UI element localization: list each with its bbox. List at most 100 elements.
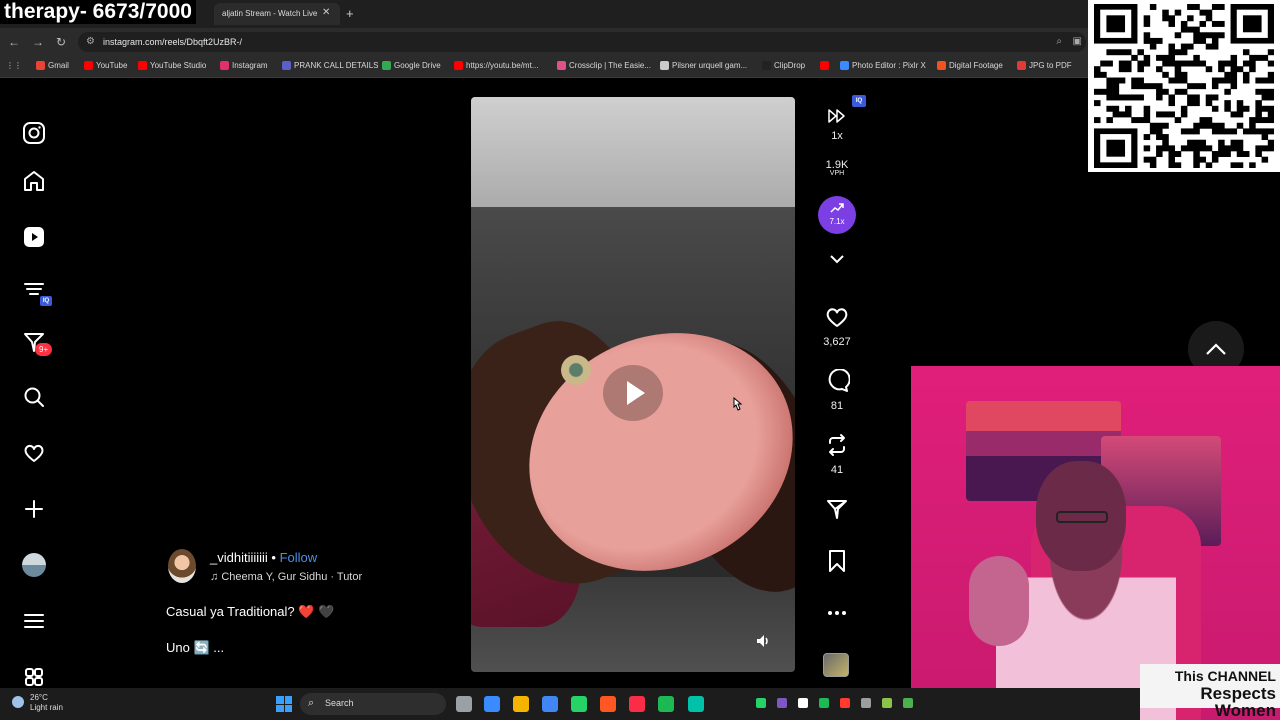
bookmark-favicon-icon	[762, 61, 771, 70]
bookmark-item[interactable]: PRANK CALL DETAILS	[282, 61, 378, 70]
qr-module	[1187, 94, 1194, 101]
taskbar-app-icon[interactable]	[658, 696, 674, 712]
bookmark-item[interactable]: Photo Editor : Pixlr X	[840, 61, 926, 70]
share-button[interactable]	[808, 497, 866, 526]
taskbar-app-icon[interactable]	[629, 696, 645, 712]
search-icon[interactable]	[20, 383, 48, 411]
heart-icon	[826, 308, 848, 327]
system-tray-icon[interactable]	[861, 698, 871, 708]
bookmark-favicon-icon	[382, 61, 391, 70]
qr-module	[1106, 15, 1126, 33]
qr-module	[1168, 162, 1175, 169]
post-audio[interactable]: ♫ Cheema Y, Gur Sidhu · Tutor	[210, 571, 362, 583]
apps-grid-icon[interactable]: ⋮⋮	[6, 61, 22, 70]
back-icon[interactable]: ←	[8, 35, 20, 49]
save-button[interactable]	[808, 549, 866, 578]
system-tray-icon[interactable]	[819, 698, 829, 708]
comment-button[interactable]: 81	[808, 368, 866, 412]
taskbar-app-icon[interactable]	[513, 696, 529, 712]
qr-module	[1156, 145, 1163, 152]
home-icon[interactable]	[20, 167, 48, 195]
close-tab-icon[interactable]: ✕	[322, 7, 330, 18]
qr-module	[1156, 111, 1163, 118]
qr-module	[1174, 71, 1182, 78]
more-options-icon[interactable]	[808, 603, 866, 621]
bookmark-item[interactable]: https://youtu.be/mt...	[454, 61, 538, 70]
taskbar-app-icon[interactable]	[571, 696, 587, 712]
zoom-icon[interactable]: ⌕	[1056, 36, 1062, 47]
taskbar-app-icon[interactable]	[542, 696, 558, 712]
taskbar-app-icon[interactable]	[600, 696, 616, 712]
trend-multiplier-button[interactable]: 7.1x	[818, 196, 856, 234]
system-tray-icon[interactable]	[756, 698, 766, 708]
trending-up-icon	[830, 203, 844, 213]
post-caption-more[interactable]: Uno 🔄 ...	[166, 640, 224, 656]
repost-button[interactable]: 41	[808, 433, 866, 476]
qr-module	[1174, 88, 1182, 95]
qr-module	[1193, 139, 1200, 146]
system-tray-icon[interactable]	[882, 698, 892, 708]
qr-module	[1267, 94, 1275, 101]
audio-thumbnail[interactable]	[823, 653, 849, 677]
extension-icon[interactable]: ▣	[1073, 36, 1082, 47]
iq-extension-badge[interactable]: IQ	[852, 95, 866, 107]
qr-module	[1218, 32, 1225, 39]
play-icon[interactable]	[597, 365, 669, 421]
like-button[interactable]: 3,627	[808, 305, 866, 348]
taskbar-search-label: Search	[325, 698, 354, 708]
playback-speed-button[interactable]: 1x	[808, 109, 866, 142]
bookmark-item[interactable]: ClipDrop	[762, 61, 805, 70]
forward-icon[interactable]: →	[32, 35, 44, 49]
qr-module	[1199, 37, 1207, 44]
follow-button[interactable]: Follow	[280, 550, 318, 565]
more-menu-icon[interactable]	[20, 607, 48, 635]
bookmark-item[interactable]: Instagram	[220, 61, 268, 70]
bookmark-item[interactable]: Digital Footage	[937, 61, 1003, 70]
bookmark-item[interactable]: JPG to PDF	[1017, 61, 1072, 70]
qr-module	[1174, 162, 1182, 169]
qr-module	[1261, 94, 1269, 101]
qr-module	[1193, 145, 1200, 152]
system-tray-icon[interactable]	[840, 698, 850, 708]
qr-module	[1174, 60, 1182, 67]
taskbar-app-icon[interactable]	[484, 696, 500, 712]
qr-module	[1211, 128, 1219, 135]
taskbar-search[interactable]: ⌕ Search	[300, 693, 446, 715]
bookmark-item[interactable]: YouTube	[84, 61, 127, 70]
qr-module	[1205, 117, 1213, 124]
system-tray-icon[interactable]	[903, 698, 913, 708]
new-tab-icon[interactable]: +	[346, 6, 354, 21]
bookmark-item[interactable]: YouTube Studio	[138, 61, 206, 70]
reload-icon[interactable]: ↻	[56, 35, 66, 49]
bookmark-item[interactable]: Google Drive	[382, 61, 441, 70]
instagram-logo-icon[interactable]	[20, 119, 48, 147]
also-from-meta-icon[interactable]	[20, 663, 48, 691]
post-username[interactable]: _vidhitiiiiiii	[210, 550, 268, 565]
expand-chevron-icon[interactable]	[808, 251, 866, 269]
post-author-avatar[interactable]	[168, 549, 196, 583]
reels-icon[interactable]	[20, 223, 48, 251]
qr-module	[1267, 71, 1275, 78]
create-plus-icon[interactable]	[20, 495, 48, 523]
profile-avatar[interactable]	[20, 551, 48, 579]
bookmark-item[interactable]: Gmail	[36, 61, 69, 70]
site-info-icon[interactable]: ⚙	[86, 36, 95, 47]
qr-module	[1211, 151, 1219, 157]
audio-volume-icon[interactable]	[755, 633, 771, 654]
system-tray-icon[interactable]	[798, 698, 808, 708]
notifications-heart-icon[interactable]	[20, 439, 48, 467]
qr-module	[1125, 66, 1132, 73]
system-tray-icon[interactable]	[777, 698, 787, 708]
reel-video[interactable]	[471, 97, 795, 672]
qr-module	[1168, 111, 1175, 118]
taskbar-app-icon[interactable]	[688, 696, 704, 712]
address-bar[interactable]: ⚙ instagram.com/reels/Dbqft2UzBR-/ ⌕ ▣	[78, 32, 1086, 52]
taskbar-app-icon[interactable]	[456, 696, 472, 712]
qr-module	[1249, 66, 1256, 73]
bookmark-item[interactable]: Crossclip | The Easie...	[557, 61, 651, 70]
video-scene-wall	[471, 97, 795, 217]
bookmark-item[interactable]: Pilsner urquell gam...	[660, 61, 747, 70]
windows-start-icon[interactable]	[276, 696, 292, 712]
webcam-scene-hand	[969, 556, 1029, 646]
bookmark-item[interactable]	[820, 61, 829, 70]
